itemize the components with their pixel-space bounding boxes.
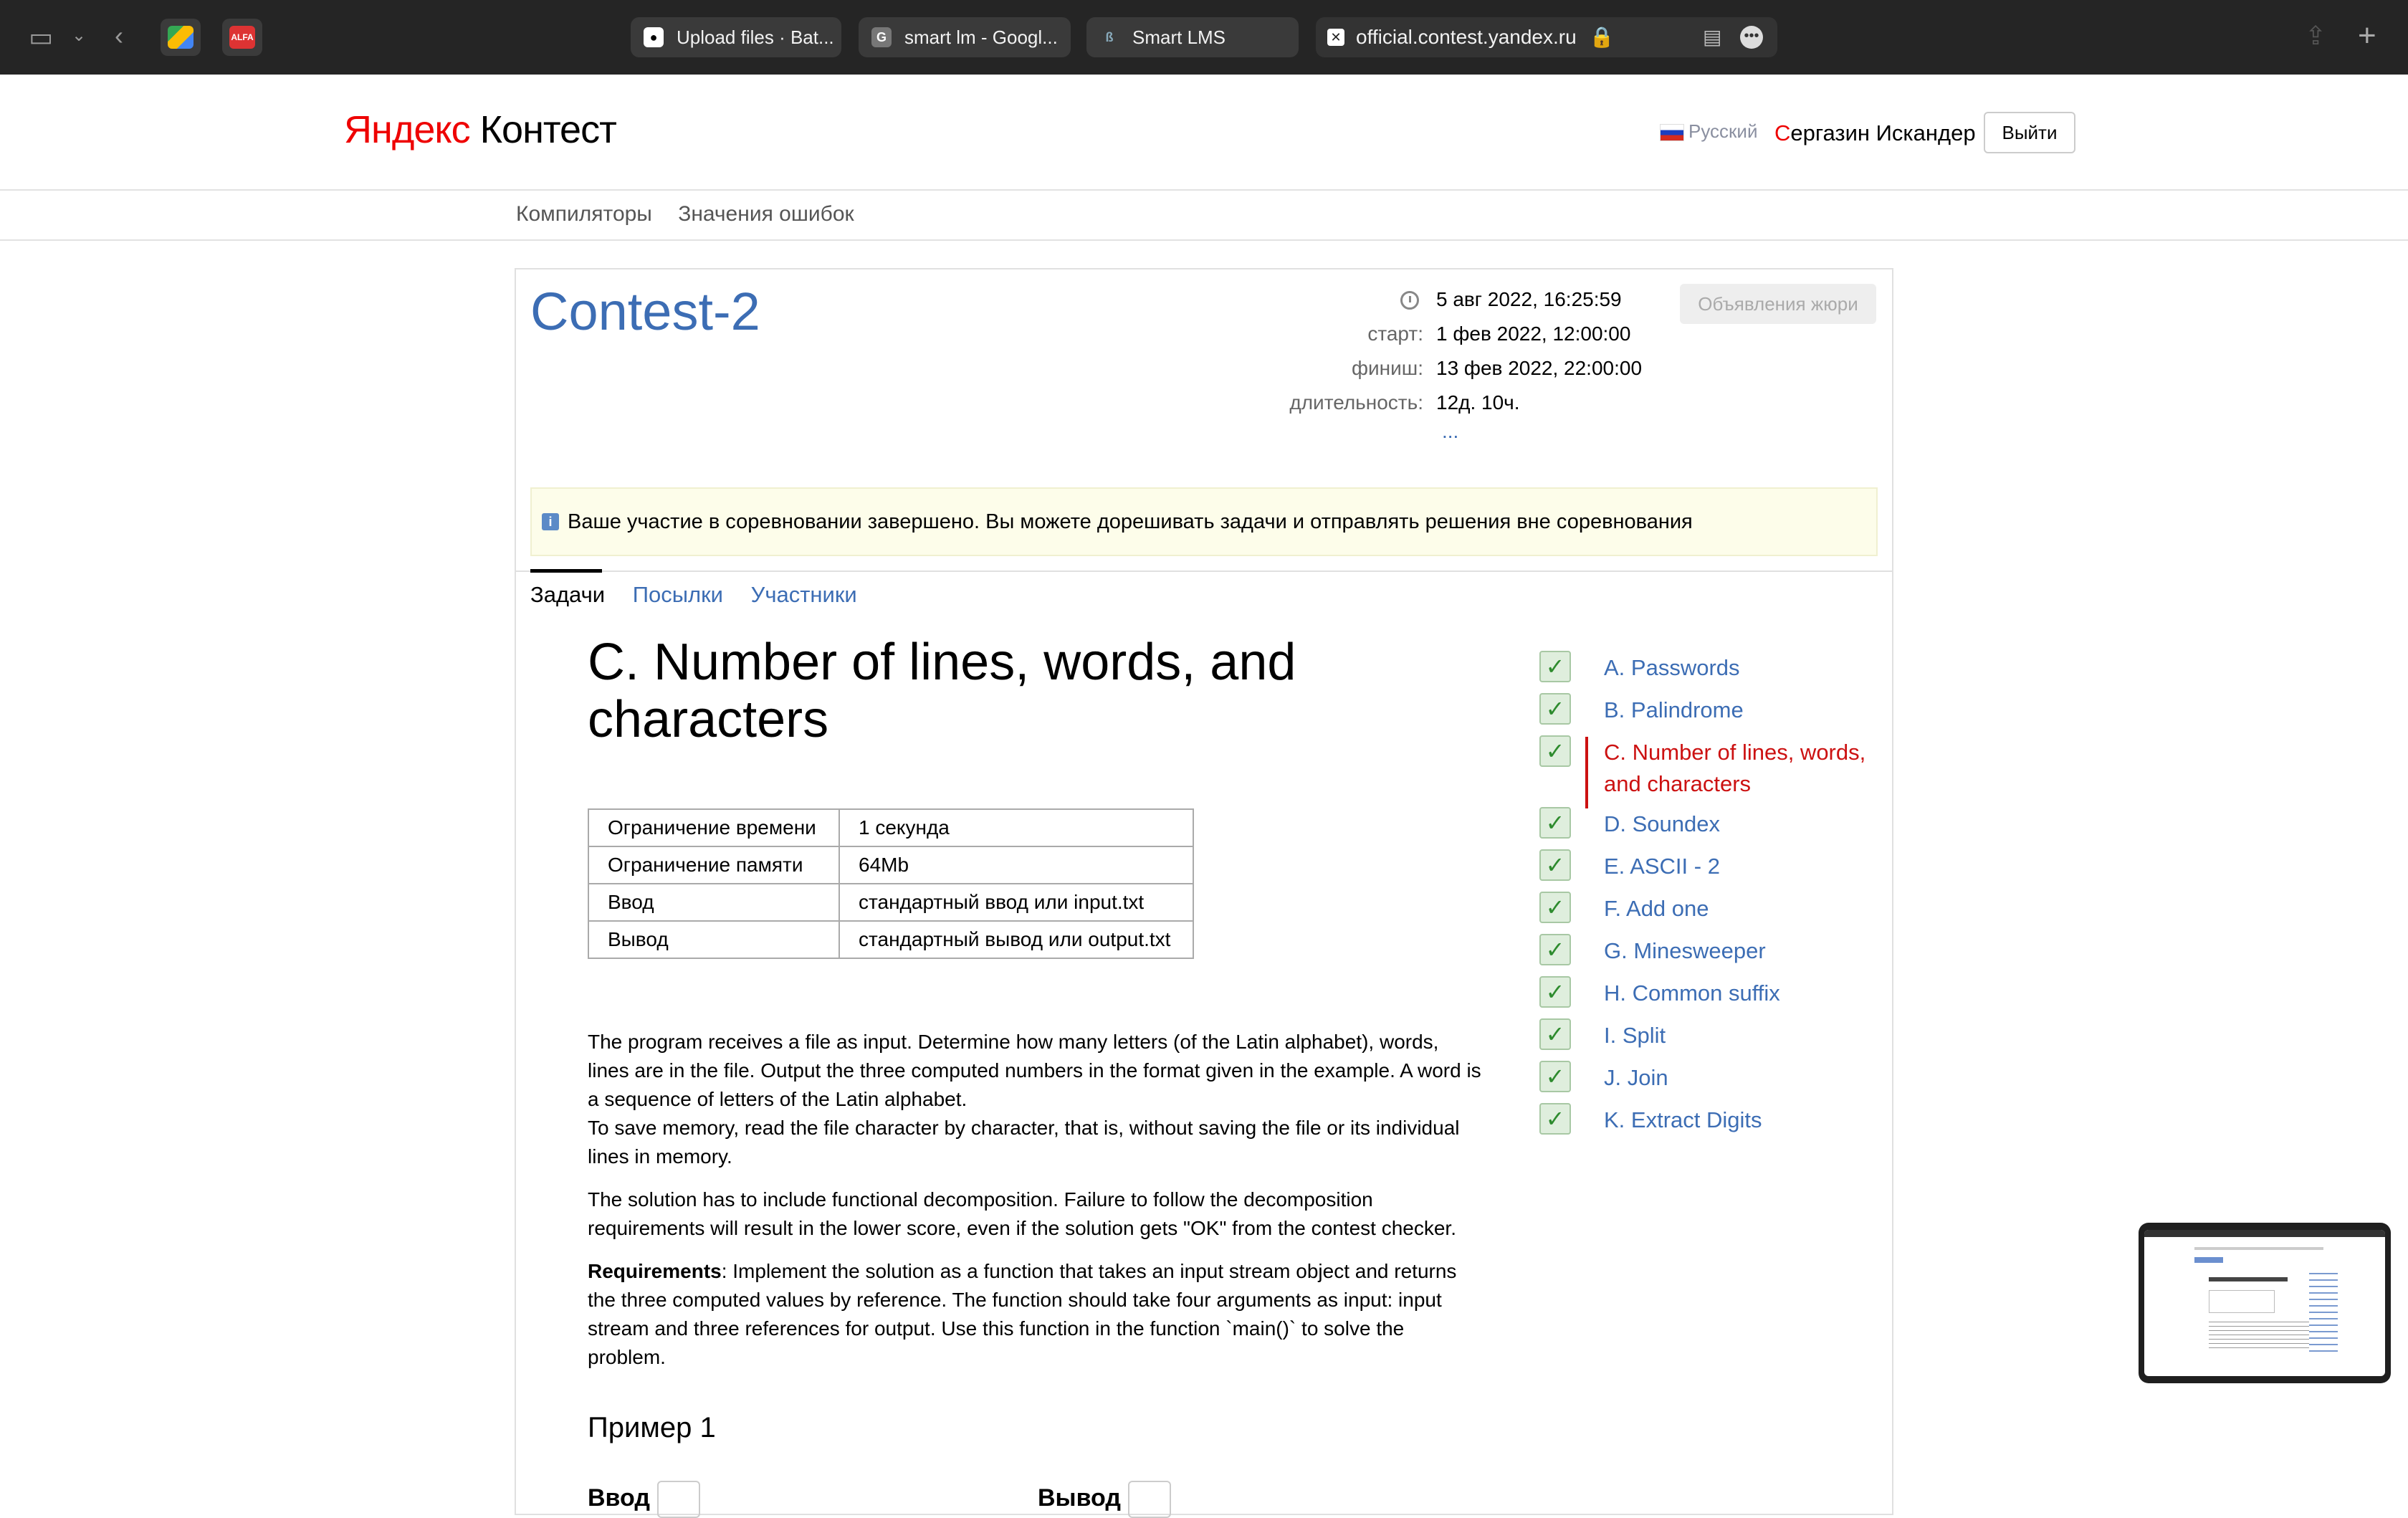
table-cell: Ограничение времени: [588, 808, 840, 847]
jury-announcements-button[interactable]: Объявления жюри: [1680, 284, 1876, 324]
list-item[interactable]: ✓ G. Minesweeper: [1539, 925, 1883, 968]
more-info-link[interactable]: ...: [1442, 420, 1458, 443]
table-row: Ввод стандартный ввод или input.txt: [588, 883, 1194, 922]
tab-smart-lms[interactable]: ß Smart LMS: [1086, 17, 1299, 57]
divider: [0, 189, 2408, 191]
sidebar-toggle-icon[interactable]: ▭: [29, 24, 53, 50]
statement-paragraph: Requirements: Implement the solution as …: [588, 1260, 1457, 1368]
contest-title[interactable]: Contest-2: [530, 281, 760, 342]
tab-participants[interactable]: Участники: [751, 582, 857, 607]
table-cell: Вывод: [588, 920, 840, 959]
lms-icon: ß: [1105, 30, 1114, 44]
alfa-extension-icon[interactable]: ALFA: [222, 19, 262, 56]
duration-label: длительность:: [1289, 391, 1423, 414]
list-item[interactable]: ✓ F. Add one: [1539, 883, 1883, 925]
check-icon: ✓: [1539, 976, 1571, 1008]
check-icon: ✓: [1539, 849, 1571, 881]
check-icon: ✓: [1539, 892, 1571, 923]
selected-indicator: [1585, 737, 1588, 808]
clock-icon: [1400, 291, 1419, 310]
nav-error-codes[interactable]: Значения ошибок: [678, 202, 854, 226]
check-icon: ✓: [1539, 651, 1571, 682]
github-icon: ●: [644, 27, 664, 47]
chevron-down-icon[interactable]: ⌄: [72, 27, 86, 44]
example-input-label: Ввод: [588, 1481, 700, 1518]
table-cell: стандартный вывод или output.txt: [838, 920, 1194, 959]
start-label: старт:: [1367, 323, 1423, 345]
copy-icon[interactable]: [656, 1481, 700, 1518]
list-item[interactable]: ✓ D. Soundex: [1539, 798, 1883, 841]
user-name[interactable]: Сергазин Искандер: [1774, 120, 1976, 146]
back-icon[interactable]: ‹: [115, 23, 123, 49]
example-title: Пример 1: [588, 1412, 716, 1443]
list-item[interactable]: ✓ I. Split: [1539, 1010, 1883, 1052]
statement-paragraph: To save memory, read the file character …: [588, 1117, 1460, 1168]
check-icon: ✓: [1539, 934, 1571, 965]
check-icon: ✓: [1539, 735, 1571, 767]
statement-paragraph: The solution has to include functional d…: [588, 1188, 1456, 1239]
google-drive-extension-icon[interactable]: [161, 19, 201, 56]
russian-flag-icon: [1660, 124, 1684, 142]
notice-banner: i Ваше участие в соревновании завершено.…: [530, 487, 1878, 556]
tab-problems[interactable]: Задачи: [530, 582, 605, 607]
sub-navigation: Компиляторы Значения ошибок: [516, 202, 874, 226]
lock-icon: 🔒: [1589, 26, 1615, 48]
table-cell: стандартный ввод или input.txt: [838, 883, 1194, 922]
thumbnail-preview: [2144, 1230, 2385, 1376]
more-icon[interactable]: •••: [1740, 26, 1763, 49]
requirements-label: Requirements: [588, 1260, 722, 1282]
list-item-selected[interactable]: ✓ C. Number of lines, words, and charact…: [1539, 727, 1883, 808]
check-icon: ✓: [1539, 1018, 1571, 1050]
duration-value: 12д. 10ч.: [1436, 391, 1520, 414]
table-row: Ограничение времени 1 секунда: [588, 808, 1194, 847]
logout-button[interactable]: Выйти: [1984, 112, 2075, 153]
active-tab-underline: [530, 569, 602, 573]
copy-icon[interactable]: [1127, 1481, 1171, 1518]
list-item[interactable]: ✓ B. Palindrome: [1539, 684, 1883, 727]
info-icon: i: [542, 513, 559, 530]
divider: [515, 571, 1893, 572]
table-row: Ограничение памяти 64Mb: [588, 846, 1194, 884]
share-icon[interactable]: ⇪: [2305, 23, 2326, 49]
site-icon: ✕: [1327, 29, 1344, 46]
problem-list: ✓ A. Passwords ✓ B. Palindrome ✓ C. Numb…: [1539, 642, 1883, 1137]
nav-compilers[interactable]: Компиляторы: [516, 202, 652, 226]
language-switch[interactable]: Русский: [1660, 120, 1757, 143]
list-item[interactable]: ✓ H. Common suffix: [1539, 968, 1883, 1010]
google-icon: G: [871, 27, 892, 47]
list-item[interactable]: ✓ A. Passwords: [1539, 642, 1883, 684]
statement-paragraph: The program receives a file as input. De…: [588, 1031, 1481, 1110]
browser-toolbar: ▭ ⌄ ‹ ALFA ● Upload files · Bat... G sma…: [0, 0, 2408, 75]
problem-title: C. Number of lines, words, and character…: [588, 634, 1296, 748]
table-cell: Ввод: [588, 883, 840, 922]
address-bar[interactable]: ✕ official.contest.yandex.ru 🔒 ▤ •••: [1316, 17, 1777, 57]
table-cell: Ограничение памяти: [588, 846, 840, 884]
yandex-contest-logo[interactable]: Яндекс Контест: [344, 108, 617, 152]
finish-label: финиш:: [1351, 357, 1423, 379]
tab-google-search[interactable]: G smart lm - Googl...: [859, 17, 1071, 57]
list-item[interactable]: ✓ K. Extract Digits: [1539, 1094, 1883, 1137]
table-cell: 1 секунда: [838, 808, 1194, 847]
table-row: Вывод стандартный вывод или output.txt: [588, 920, 1194, 959]
divider: [0, 239, 2408, 241]
table-cell: 64Mb: [838, 846, 1194, 884]
list-item[interactable]: ✓ E. ASCII - 2: [1539, 841, 1883, 883]
finish-value: 13 фев 2022, 22:00:00: [1436, 357, 1643, 379]
example-output-label: Вывод: [1038, 1481, 1171, 1518]
problem-statement: The program receives a file as input. De…: [588, 1028, 1484, 1386]
tab-submissions[interactable]: Посылки: [633, 582, 723, 607]
list-item[interactable]: ✓ J. Join: [1539, 1052, 1883, 1094]
check-icon: ✓: [1539, 693, 1571, 725]
check-icon: ✓: [1539, 807, 1571, 839]
start-value: 1 фев 2022, 12:00:00: [1436, 323, 1631, 345]
check-icon: ✓: [1539, 1103, 1571, 1135]
limits-table: Ограничение времени 1 секунда Ограничени…: [588, 808, 1194, 959]
contest-tabs: Задачи Посылки Участники: [530, 582, 879, 608]
current-time: 5 авг 2022, 16:25:59: [1436, 288, 1622, 310]
check-icon: ✓: [1539, 1061, 1571, 1092]
screenshot-thumbnail[interactable]: [2139, 1223, 2391, 1383]
reader-icon[interactable]: ▤: [1703, 17, 1721, 57]
new-tab-icon[interactable]: +: [2358, 20, 2376, 52]
tab-upload-files[interactable]: ● Upload files · Bat...: [631, 17, 841, 57]
